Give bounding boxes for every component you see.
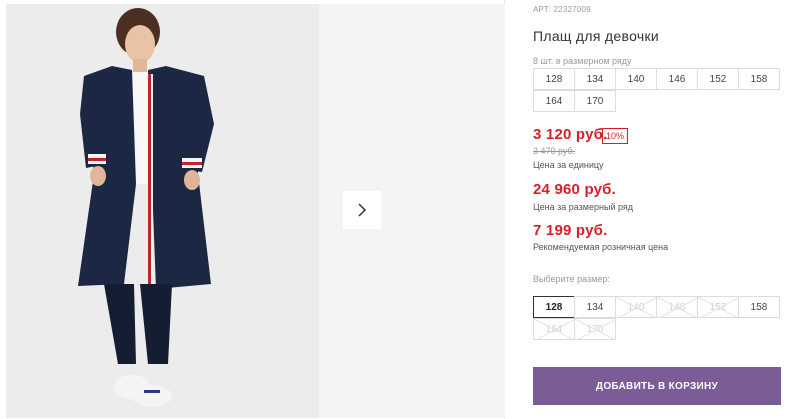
product-title: Плащ для девочки xyxy=(533,28,659,44)
size-row-cell: 140 xyxy=(615,68,657,90)
retail-price-caption: Рекомендуемая розничная цена xyxy=(533,242,669,252)
unit-price-caption: Цена за единицу xyxy=(533,160,604,170)
size-option-140: 140 xyxy=(615,296,657,318)
choose-size-label: Выберите размер: xyxy=(533,274,610,284)
size-option-170: 170 xyxy=(574,318,616,340)
size-row-cell: 158 xyxy=(738,68,780,90)
size-row-note: 8 шт. в размерном ряду xyxy=(533,56,632,66)
unavailable-cross-icon xyxy=(575,319,615,339)
product-article: АРТ: 22327009 xyxy=(533,5,591,14)
size-option-146: 146 xyxy=(656,296,698,318)
size-row-cell: 146 xyxy=(656,68,698,90)
size-row-price-caption: Цена за размерный ряд xyxy=(533,202,634,212)
unavailable-cross-icon xyxy=(698,297,738,317)
size-option-164: 164 xyxy=(533,318,575,340)
size-option-label: 128 xyxy=(545,301,563,313)
size-option-158[interactable]: 158 xyxy=(738,296,780,318)
gallery-next-button[interactable] xyxy=(343,191,381,229)
size-option-label: 134 xyxy=(586,301,604,313)
unavailable-cross-icon xyxy=(657,297,697,317)
size-option-128[interactable]: 128 xyxy=(533,296,575,318)
size-row-cell: 170 xyxy=(574,90,616,112)
size-option-134[interactable]: 134 xyxy=(574,296,616,318)
size-option-152: 152 xyxy=(697,296,739,318)
retail-price: 7 199 руб. xyxy=(533,222,608,239)
chevron-right-icon xyxy=(358,203,367,217)
old-price: 3 470 руб. xyxy=(533,146,576,156)
size-row-cell: 152 xyxy=(697,68,739,90)
discount-badge: 10% xyxy=(602,128,629,144)
size-row-price: 24 960 руб. xyxy=(533,181,616,198)
size-row-cell: 134 xyxy=(574,68,616,90)
product-gallery xyxy=(0,0,505,419)
unavailable-cross-icon xyxy=(616,297,656,317)
size-row-cell: 164 xyxy=(533,90,575,112)
unavailable-cross-icon xyxy=(534,319,574,339)
add-to-cart-button[interactable]: ДОБАВИТЬ В КОРЗИНУ xyxy=(533,367,781,405)
product-photo xyxy=(6,4,319,418)
size-row-cell: 128 xyxy=(533,68,575,90)
girl-in-trench-coat-image xyxy=(6,4,319,418)
unit-price: 3 120 руб. xyxy=(533,126,608,143)
size-option-label: 158 xyxy=(750,301,768,313)
